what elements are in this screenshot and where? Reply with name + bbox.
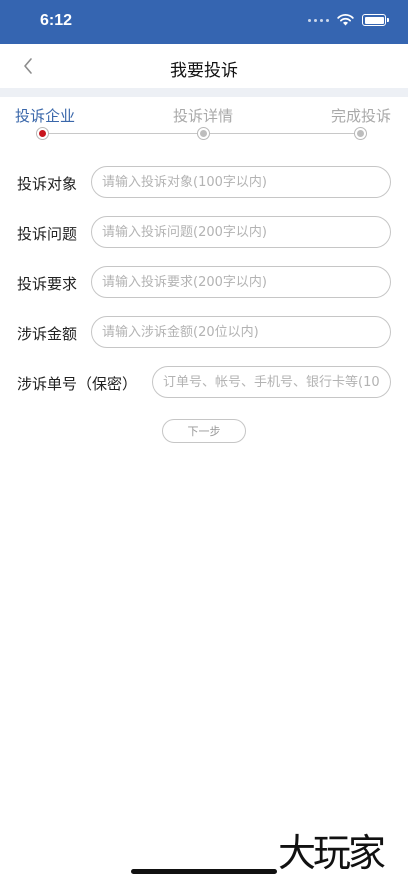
signal-icon — [308, 18, 329, 22]
complaint-request-input[interactable] — [91, 266, 391, 298]
complaint-issue-input[interactable] — [91, 216, 391, 248]
status-bar: 6:12 — [0, 0, 408, 44]
next-step-button[interactable]: 下一步 — [162, 419, 246, 443]
complaint-target-label: 投诉对象 — [17, 175, 78, 193]
step-connector — [49, 133, 197, 134]
complaint-issue-label: 投诉问题 — [17, 225, 78, 243]
step-label-details: 投诉详情 — [173, 107, 234, 125]
step-label-complete: 完成投诉 — [331, 107, 392, 125]
page-title: 我要投诉 — [170, 61, 238, 81]
amount-input[interactable] — [91, 316, 391, 348]
amount-label: 涉诉金额 — [17, 325, 78, 343]
battery-icon — [362, 14, 389, 26]
wifi-icon — [337, 14, 354, 26]
step-label-company: 投诉企业 — [15, 107, 76, 125]
status-time: 6:12 — [40, 12, 73, 29]
order-number-label: 涉诉单号（保密） — [17, 375, 138, 393]
watermark-logo: 大玩家 — [278, 831, 386, 875]
complaint-request-label: 投诉要求 — [17, 275, 78, 293]
step-dot — [354, 127, 367, 140]
step-dot-active — [36, 127, 49, 140]
complaint-target-input[interactable] — [91, 166, 391, 198]
step-dot — [197, 127, 210, 140]
step-connector — [210, 133, 355, 134]
nav-bar: 我要投诉 — [0, 44, 408, 88]
divider-band — [0, 88, 408, 97]
home-indicator[interactable] — [131, 869, 277, 874]
order-number-input[interactable] — [152, 366, 391, 398]
status-icons — [308, 14, 389, 26]
